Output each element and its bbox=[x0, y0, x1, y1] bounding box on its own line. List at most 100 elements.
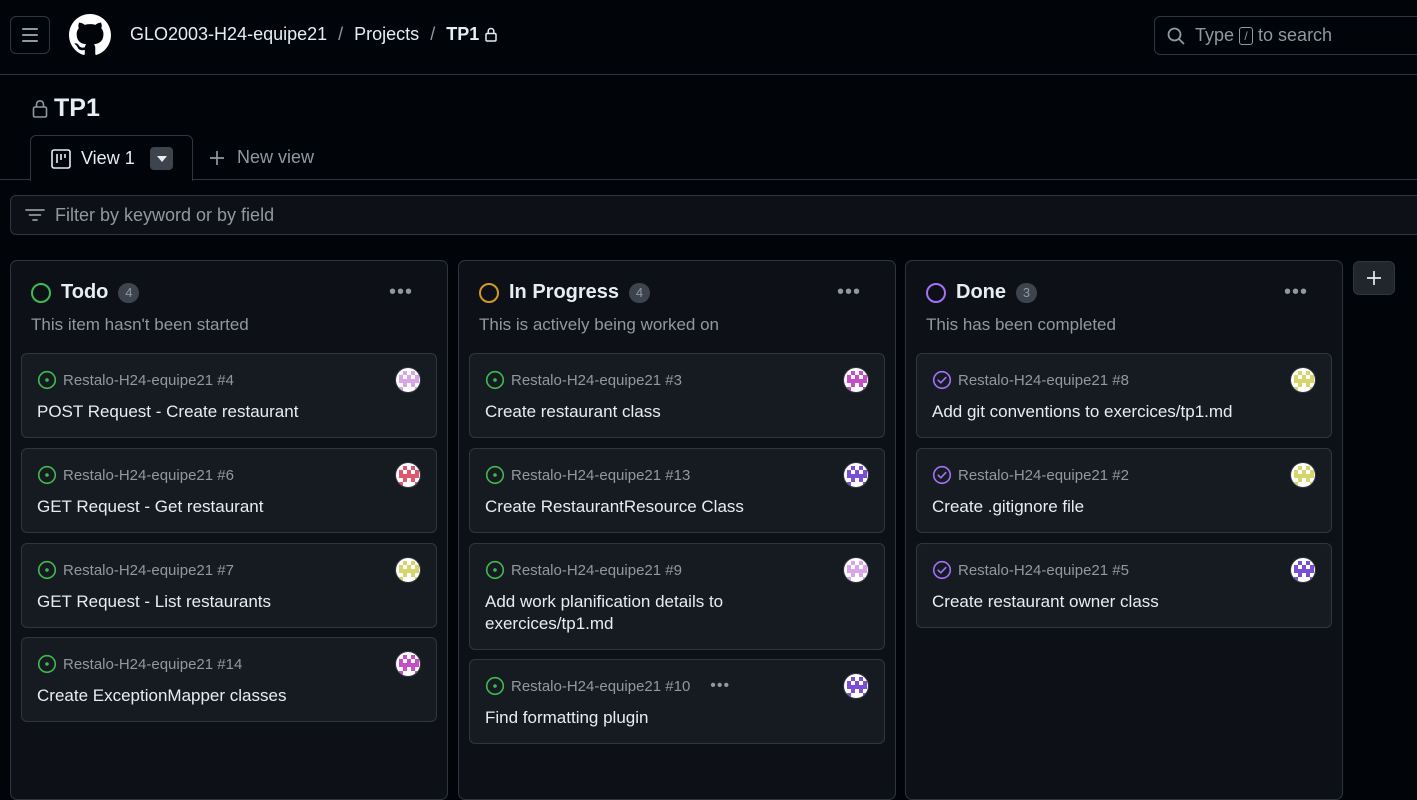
assignee-avatar[interactable] bbox=[1290, 557, 1316, 583]
issue-open-icon bbox=[485, 465, 505, 485]
card-repo-reference: Restalo-H24-equipe21 #2 bbox=[932, 465, 1129, 485]
issue-title[interactable]: Create restaurant owner class bbox=[932, 591, 1291, 613]
column-header: Todo 4 bbox=[31, 281, 140, 304]
new-view-label: New view bbox=[237, 147, 315, 167]
card-repo-reference: Restalo-H24-equipe21 #13 bbox=[485, 465, 690, 485]
issue-closed-icon bbox=[932, 370, 952, 390]
column-description: This is actively being worked on bbox=[479, 315, 720, 334]
issue-card[interactable]: Restalo-H24-equipe21 #5 Create restaurant… bbox=[916, 543, 1332, 628]
assignee-avatar[interactable] bbox=[843, 557, 869, 583]
add-column-button[interactable] bbox=[1353, 261, 1395, 295]
status-circle-icon bbox=[31, 282, 51, 303]
issue-card[interactable]: Restalo-H24-equipe21 #14 Create Exception… bbox=[21, 637, 437, 722]
filter-input[interactable]: Filter by keyword or by field bbox=[10, 195, 1417, 235]
assignee-avatar[interactable] bbox=[843, 673, 869, 699]
assignee-avatar[interactable] bbox=[395, 462, 421, 488]
issue-open-icon bbox=[485, 676, 505, 696]
filter-icon bbox=[25, 209, 45, 221]
breadcrumb-separator: / bbox=[430, 24, 436, 44]
issue-closed-icon bbox=[932, 560, 952, 580]
breadcrumb-org[interactable]: GLO2003-H24-equipe21 bbox=[130, 24, 327, 45]
card-repo-reference: Restalo-H24-equipe21 #4 bbox=[37, 370, 234, 390]
issue-card[interactable]: Restalo-H24-equipe21 #4 POST Request - Cr… bbox=[21, 353, 437, 438]
issue-title[interactable]: Create restaurant class bbox=[485, 401, 844, 423]
status-circle-icon bbox=[926, 282, 946, 303]
search-input[interactable]: Type / to search bbox=[1154, 16, 1417, 55]
assignee-avatar[interactable] bbox=[843, 367, 869, 393]
plus-icon bbox=[210, 150, 224, 165]
issue-reference[interactable]: Restalo-H24-equipe21 #10 bbox=[511, 678, 690, 695]
issue-reference[interactable]: Restalo-H24-equipe21 #7 bbox=[63, 562, 234, 579]
issue-reference[interactable]: Restalo-H24-equipe21 #6 bbox=[63, 467, 234, 484]
github-logo-icon[interactable] bbox=[69, 14, 111, 56]
view-tabs: View 1 New view bbox=[0, 134, 1417, 181]
breadcrumb-current[interactable]: TP1 bbox=[446, 24, 479, 45]
new-view-button[interactable]: New view bbox=[209, 147, 314, 168]
column-count-badge: 3 bbox=[1016, 282, 1037, 303]
tab-view-1[interactable]: View 1 bbox=[30, 135, 193, 181]
card-repo-reference: Restalo-H24-equipe21 #7 bbox=[37, 560, 234, 580]
hamburger-icon bbox=[22, 28, 38, 30]
issue-title[interactable]: Add git conventions to exercices/tp1.md bbox=[932, 401, 1291, 423]
issue-open-icon bbox=[485, 560, 505, 580]
issue-open-icon bbox=[37, 560, 57, 580]
issue-open-icon bbox=[37, 370, 57, 390]
issue-title[interactable]: Find formatting plugin bbox=[485, 707, 844, 729]
issue-card[interactable]: Restalo-H24-equipe21 #2 Create .gitignore… bbox=[916, 448, 1332, 533]
assignee-avatar[interactable] bbox=[395, 367, 421, 393]
tab-label: View 1 bbox=[81, 148, 135, 168]
page-title: TP1 bbox=[32, 94, 100, 123]
assignee-avatar[interactable] bbox=[843, 462, 869, 488]
issue-card[interactable]: Restalo-H24-equipe21 #6 GET Request - Get… bbox=[21, 448, 437, 533]
view-options-button[interactable] bbox=[150, 147, 173, 170]
issue-card[interactable]: Restalo-H24-equipe21 #13 Create Restauran… bbox=[469, 448, 885, 533]
issue-title[interactable]: Create ExceptionMapper classes bbox=[37, 685, 396, 707]
column-options-button[interactable]: ••• bbox=[1284, 281, 1308, 304]
issue-reference[interactable]: Restalo-H24-equipe21 #2 bbox=[958, 467, 1129, 484]
filter-placeholder: Filter by keyword or by field bbox=[55, 204, 275, 225]
card-repo-reference: Restalo-H24-equipe21 #10 ••• bbox=[485, 676, 730, 696]
search-icon bbox=[1167, 27, 1185, 44]
assignee-avatar[interactable] bbox=[395, 651, 421, 677]
issue-title[interactable]: GET Request - List restaurants bbox=[37, 591, 396, 613]
top-bar: GLO2003-H24-equipe21 / Projects / TP1 Ty… bbox=[0, 0, 1417, 75]
issue-card[interactable]: Restalo-H24-equipe21 #7 GET Request - Lis… bbox=[21, 543, 437, 628]
assignee-avatar[interactable] bbox=[1290, 462, 1316, 488]
issue-open-icon bbox=[37, 465, 57, 485]
column-options-button[interactable]: ••• bbox=[837, 281, 861, 304]
lock-icon bbox=[32, 100, 48, 118]
card-options-button[interactable]: ••• bbox=[710, 677, 730, 695]
issue-reference[interactable]: Restalo-H24-equipe21 #8 bbox=[958, 372, 1129, 389]
issue-title[interactable]: Create .gitignore file bbox=[932, 496, 1291, 518]
issue-card[interactable]: Restalo-H24-equipe21 #10 ••• Find formatti… bbox=[469, 659, 885, 744]
column-description: This item hasn't been started bbox=[31, 315, 249, 334]
issue-open-icon bbox=[485, 370, 505, 390]
search-shortcut-key: / bbox=[1239, 26, 1254, 45]
issue-title[interactable]: GET Request - Get restaurant bbox=[37, 496, 396, 518]
assignee-avatar[interactable] bbox=[1290, 367, 1316, 393]
issue-reference[interactable]: Restalo-H24-equipe21 #14 bbox=[63, 656, 242, 673]
issue-card[interactable]: Restalo-H24-equipe21 #8 Add git conventio… bbox=[916, 353, 1332, 438]
project-title: TP1 bbox=[54, 94, 100, 122]
issue-reference[interactable]: Restalo-H24-equipe21 #9 bbox=[511, 562, 682, 579]
issue-reference[interactable]: Restalo-H24-equipe21 #3 bbox=[511, 372, 682, 389]
board-icon bbox=[51, 148, 71, 169]
column-title: Done bbox=[956, 281, 1006, 303]
board-column-in-progress: In Progress 4 ••• This is actively being wo… bbox=[458, 260, 896, 800]
plus-icon bbox=[1367, 271, 1381, 285]
issue-reference[interactable]: Restalo-H24-equipe21 #5 bbox=[958, 562, 1129, 579]
menu-button[interactable] bbox=[10, 16, 50, 54]
issue-title[interactable]: Add work planification details to exerci… bbox=[485, 591, 844, 635]
issue-card[interactable]: Restalo-H24-equipe21 #9 Add work planific… bbox=[469, 543, 885, 650]
breadcrumb-projects[interactable]: Projects bbox=[354, 24, 419, 45]
assignee-avatar[interactable] bbox=[395, 557, 421, 583]
issue-title[interactable]: Create RestaurantResource Class bbox=[485, 496, 844, 518]
issue-title[interactable]: POST Request - Create restaurant bbox=[37, 401, 396, 423]
column-header: Done 3 bbox=[926, 281, 1037, 304]
board-column-done: Done 3 ••• This has been completed Restalo-H… bbox=[905, 260, 1343, 800]
column-title: In Progress bbox=[509, 281, 620, 303]
issue-card[interactable]: Restalo-H24-equipe21 #3 Create restaurant… bbox=[469, 353, 885, 438]
issue-reference[interactable]: Restalo-H24-equipe21 #4 bbox=[63, 372, 234, 389]
issue-reference[interactable]: Restalo-H24-equipe21 #13 bbox=[511, 467, 690, 484]
column-options-button[interactable]: ••• bbox=[389, 281, 413, 304]
